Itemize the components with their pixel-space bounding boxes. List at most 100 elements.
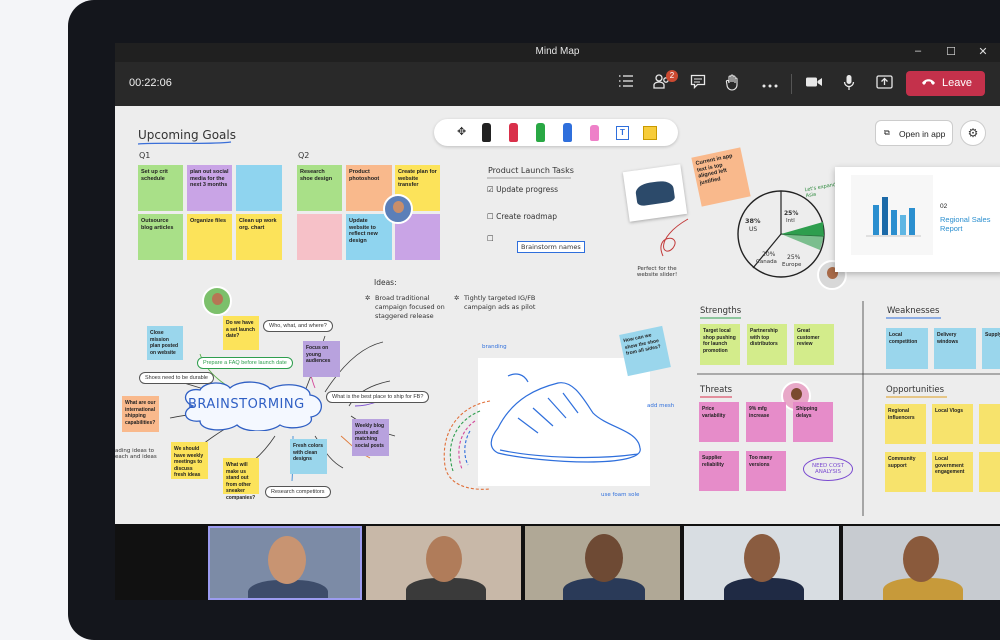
sticky-note[interactable]: Local government engagement [932, 452, 973, 492]
share-icon[interactable] [874, 74, 894, 94]
raise-hand-icon[interactable] [723, 74, 743, 94]
mind-map-pill[interactable]: Shoes need to be durable [139, 372, 214, 384]
brainstorm-names-textbox[interactable]: Brainstorm names [517, 241, 585, 253]
sticky-note[interactable]: Partnership with top distributors [747, 324, 787, 365]
sticky-note[interactable]: Price variability [699, 402, 739, 442]
leave-label: Leave [942, 77, 972, 89]
task-item[interactable]: ☐ Create roadmap [487, 212, 557, 221]
list-icon[interactable] [616, 74, 636, 94]
sticky-note[interactable]: Clean up work org. chart [236, 214, 282, 260]
mind-map-pill[interactable]: Who, what, and where? [263, 320, 333, 332]
sticky-note[interactable]: Too many versions [746, 451, 786, 491]
mic-icon[interactable] [839, 74, 859, 94]
sticky-note[interactable]: Weekly blog posts and matching social po… [352, 419, 389, 456]
leave-button[interactable]: Leave [906, 71, 985, 96]
sticky-note[interactable]: Do we have a set launch date? [223, 316, 259, 350]
collaborator-avatar [202, 286, 232, 316]
ink-toolbar: ✥ T [434, 119, 678, 146]
sticky-note[interactable]: plan out social media for the next 3 mon… [187, 165, 232, 211]
sticky-note[interactable]: 9% mfg increase [746, 402, 786, 442]
sticky-note[interactable]: Regional influencers [885, 404, 926, 444]
participants-badge: 2 [666, 70, 678, 82]
checked-box-icon: ☑ [487, 185, 494, 194]
pie-label: Europe [782, 262, 802, 268]
phone-icon [921, 76, 936, 91]
mind-map-pill[interactable]: Research competitors [265, 486, 331, 498]
sticky-note[interactable]: Target local shop pushing for launch pro… [700, 324, 740, 365]
sticky-note-tool-icon[interactable] [643, 126, 657, 140]
tasks-underline [487, 177, 571, 179]
checkbox-icon[interactable]: ☐ [487, 234, 494, 243]
sketch-label: branding [482, 344, 507, 350]
whiteboard-canvas[interactable]: Upcoming Goals Q1 Q2 Set up crit schedul… [115, 106, 1000, 524]
sticky-note[interactable]: Shipping delays [793, 402, 833, 442]
sticky-note[interactable]: What will make us stand out from other s… [223, 458, 259, 501]
open-external-icon: ⧉ [884, 128, 890, 137]
sticky-note[interactable]: Local competition [886, 328, 928, 369]
pie-label: Intl [786, 218, 795, 224]
star-icon: ✲ [454, 294, 460, 302]
participant-video-tile[interactable] [525, 526, 680, 600]
sticky-note[interactable]: Community support [885, 452, 926, 492]
participant-video-tile[interactable] [843, 526, 1000, 600]
sticky-note[interactable]: Great customer review [794, 324, 834, 365]
sketch-label: use foam sole [601, 492, 640, 498]
highlighter[interactable] [590, 125, 599, 141]
maximize-button[interactable]: ☐ [944, 45, 958, 58]
minimize-button[interactable]: – [911, 45, 925, 57]
sketch-label: add mesh [647, 403, 675, 409]
sticky-note[interactable]: Local Vlogs [932, 404, 973, 444]
window-titlebar: Mind Map – ☐ ✕ [115, 43, 1000, 62]
black-pen[interactable] [482, 123, 491, 142]
blue-pen[interactable] [563, 123, 572, 142]
sticky-note[interactable]: Set up crit schedule [138, 165, 183, 211]
sticky-note[interactable] [979, 404, 1000, 444]
perfect-note: Perfect for the website slider! [636, 266, 678, 278]
participant-video-tile[interactable] [684, 526, 839, 600]
arrow-annotation [660, 218, 689, 257]
pie-label: US [749, 226, 758, 233]
camera-icon[interactable] [804, 74, 824, 94]
sticky-note[interactable]: What are our international shipping capa… [122, 396, 159, 432]
move-icon[interactable]: ✥ [457, 125, 466, 138]
sticky-note[interactable]: Supplier reliability [699, 451, 739, 491]
sticky-note[interactable]: Delivery windows [934, 328, 976, 369]
swot-underlines [700, 396, 947, 398]
sticky-note[interactable]: Supply [982, 328, 1000, 369]
participant-gallery [115, 524, 1000, 600]
ideas-heading: Ideas: [374, 278, 397, 287]
sticky-note[interactable] [297, 214, 342, 260]
more-icon[interactable] [760, 74, 780, 94]
sneaker-sketch[interactable] [478, 358, 650, 486]
sticky-note[interactable]: We should have weekly meetings to discus… [171, 442, 208, 479]
sticky-note[interactable]: How can we show the shoe from all sides? [619, 325, 671, 377]
red-pen[interactable] [509, 123, 518, 142]
sticky-note[interactable] [979, 452, 1000, 492]
sticky-note[interactable]: Update website to reflect new design [346, 214, 392, 260]
mind-map-pill[interactable]: What is the best place to ship for FB? [326, 391, 430, 403]
close-window-button[interactable]: ✕ [976, 45, 990, 58]
sticky-note[interactable]: Research shoe design [297, 165, 342, 211]
weaknesses-heading: Weaknesses [887, 306, 940, 316]
participant-video-tile[interactable] [208, 526, 362, 600]
collaborator-avatar [383, 194, 413, 224]
sticky-note[interactable]: Organize files [187, 214, 232, 260]
green-pen[interactable] [536, 123, 545, 142]
chat-icon[interactable] [688, 74, 708, 94]
open-in-app-button[interactable]: ⧉ Open in app [875, 120, 953, 146]
sticky-note[interactable]: Outsource blog articles [138, 214, 183, 260]
task-item[interactable]: ☑ Update progress [487, 185, 558, 194]
mind-map-pill[interactable]: Prepare a FAQ before launch date [197, 357, 293, 369]
open-in-app-label: Open in app [899, 129, 946, 139]
sticky-note[interactable]: Close mission plan posted on website [147, 326, 183, 360]
text-tool-icon[interactable]: T [616, 126, 629, 140]
participant-video-tile[interactable] [366, 526, 521, 600]
sticky-note[interactable]: Fresh colors with clean designs [290, 439, 327, 474]
report-title: Regional Sales Report [940, 215, 991, 233]
idea-item: ✲ Broad traditional campaign focused on s… [365, 294, 445, 320]
settings-gear-icon[interactable]: ⚙ [960, 120, 986, 146]
sales-report-card[interactable]: 02 Regional Sales Report [835, 167, 1000, 272]
sticky-note[interactable]: Focus on young audiences [303, 341, 340, 377]
sticky-note[interactable] [236, 165, 282, 211]
pie-label: 25% [784, 210, 799, 217]
